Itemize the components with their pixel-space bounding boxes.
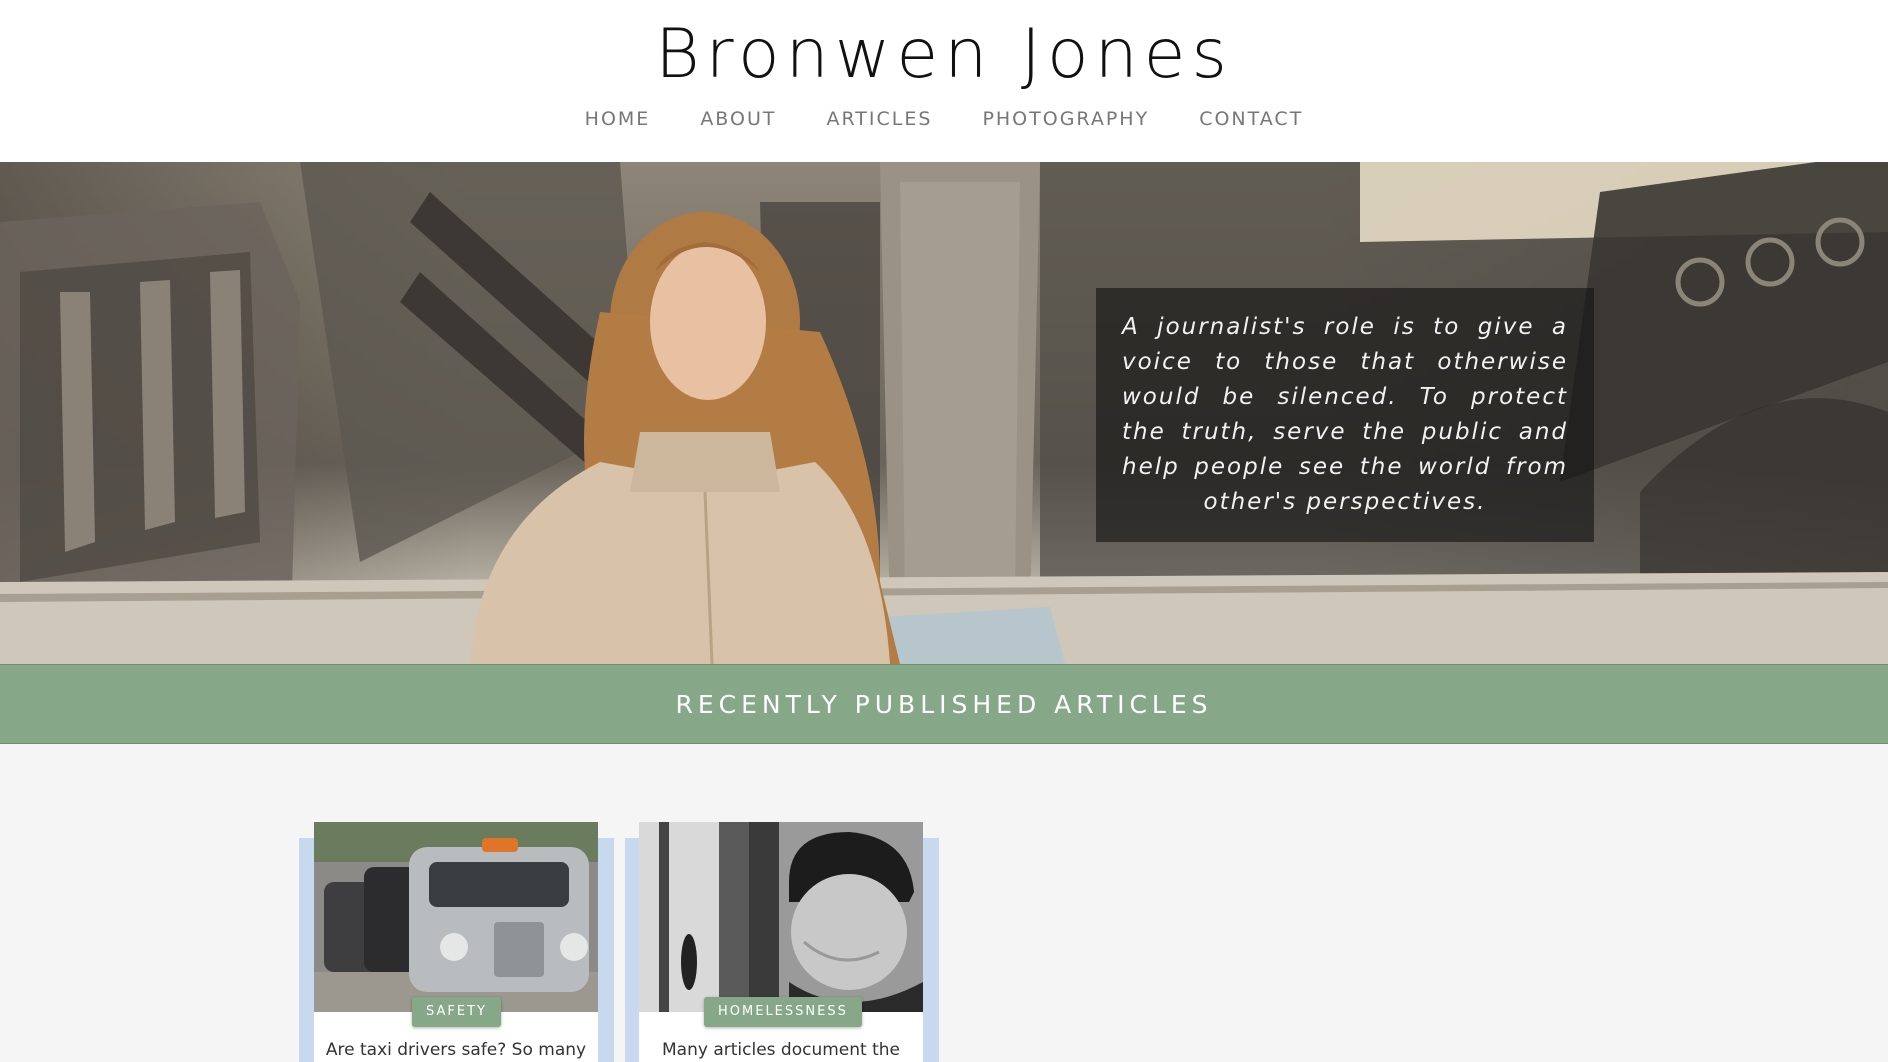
site-title[interactable]: Bronwen Jones	[0, 10, 1888, 100]
nav-photography[interactable]: PHOTOGRAPHY	[957, 108, 1174, 130]
main-nav: HOME ABOUT ARTICLES PHOTOGRAPHY CONTACT	[0, 108, 1888, 130]
nav-home[interactable]: HOME	[560, 108, 676, 130]
hero-quote: A journalist's role is to give a voice t…	[1122, 314, 1568, 515]
quote-box: A journalist's role is to give a voice t…	[1096, 288, 1594, 542]
article-card[interactable]: HOMELESSNESS Many articles document the	[639, 822, 923, 1062]
tag-safety[interactable]: SAFETY	[412, 997, 501, 1027]
article-excerpt: Many articles document the	[662, 1040, 900, 1060]
article-excerpt: Are taxi drivers safe? So many	[325, 1040, 587, 1060]
hero-banner: A journalist's role is to give a voice t…	[0, 162, 1888, 664]
homelessness-photo	[639, 822, 923, 1012]
hero-photo	[0, 162, 1888, 664]
nav-about[interactable]: ABOUT	[675, 108, 801, 130]
nav-articles[interactable]: ARTICLES	[801, 108, 957, 130]
article-card[interactable]: SAFETY Are taxi drivers safe? So many	[314, 822, 598, 1062]
section-title: RECENTLY PUBLISHED ARTICLES	[675, 689, 1213, 719]
recent-articles-banner: RECENTLY PUBLISHED ARTICLES	[0, 664, 1888, 744]
nav-contact[interactable]: CONTACT	[1174, 108, 1328, 130]
tag-homelessness[interactable]: HOMELESSNESS	[704, 997, 862, 1027]
site-header: Bronwen Jones HOME ABOUT ARTICLES PHOTOG…	[0, 0, 1888, 162]
taxi-photo	[314, 822, 598, 1012]
